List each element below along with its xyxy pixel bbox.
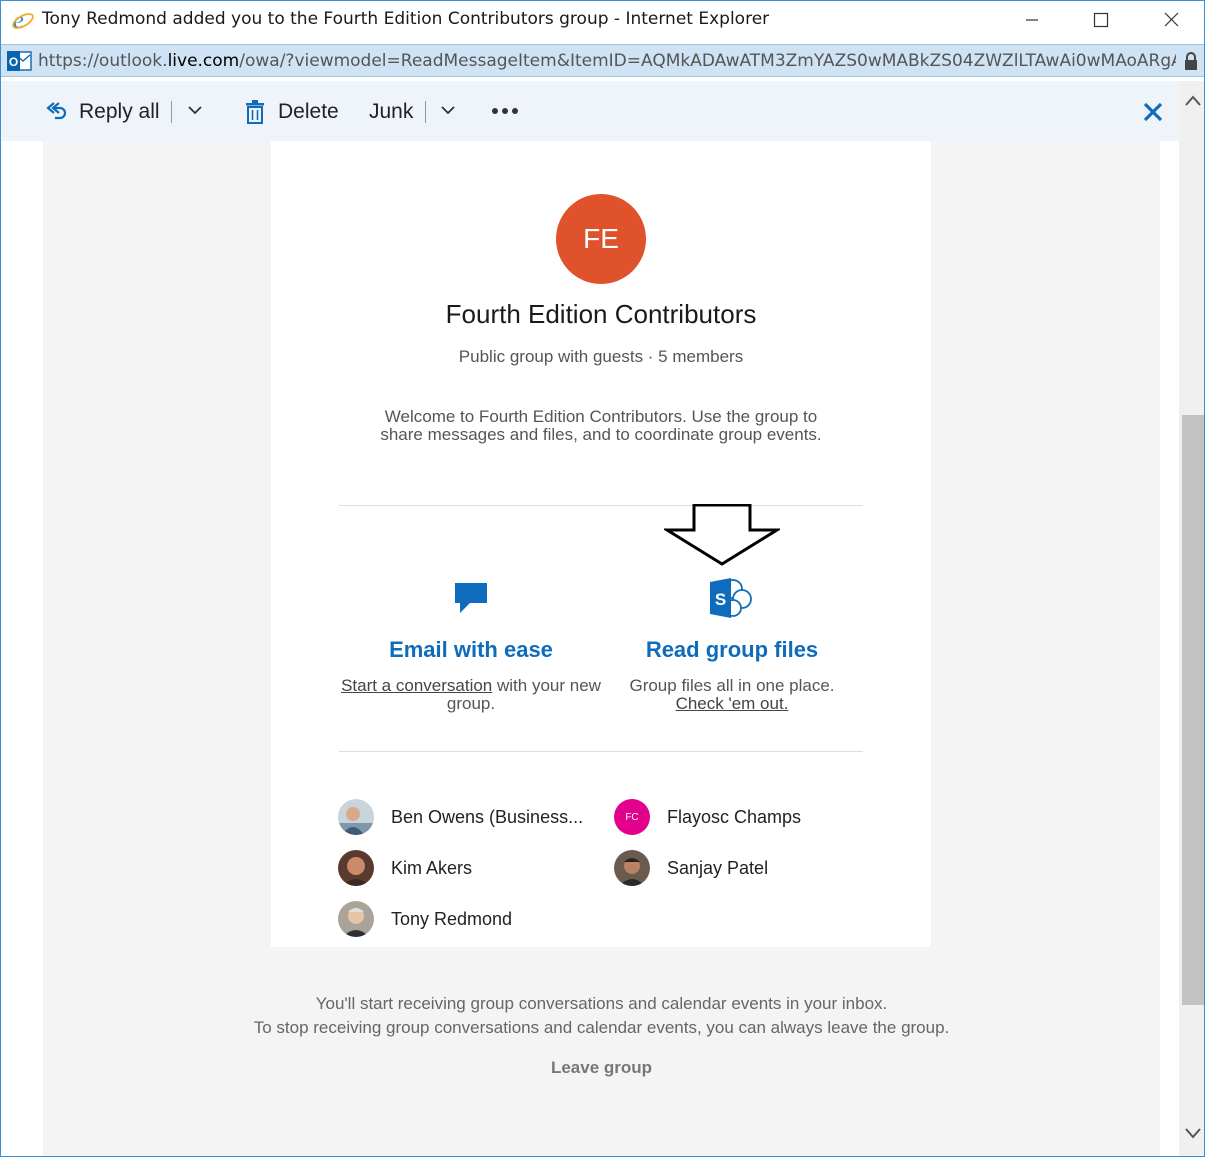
- reply-all-button[interactable]: Reply all: [45, 98, 160, 126]
- reply-all-icon: [46, 102, 67, 120]
- avatar: [338, 799, 374, 835]
- avatar: [338, 901, 374, 937]
- footer-text: You'll start receiving group conversatio…: [315, 994, 888, 1013]
- scroll-down-icon[interactable]: [1183, 1125, 1203, 1141]
- group-name: Fourth Edition Contributors: [445, 299, 757, 329]
- delete-label: Delete: [278, 100, 339, 123]
- files-feature-desc: Group files all in one place. Check 'em o…: [601, 677, 863, 713]
- member-name: Flayosc Champs: [667, 806, 802, 827]
- scroll-thumb[interactable]: [1182, 415, 1204, 1005]
- files-feature-desc-text: Group files all in one place.: [629, 676, 835, 695]
- scroll-up-icon[interactable]: [1183, 93, 1203, 109]
- separator: [171, 101, 172, 123]
- member-item[interactable]: FC Flayosc Champs: [614, 799, 801, 835]
- files-feature-title[interactable]: Read group files: [601, 637, 863, 663]
- divider: [339, 751, 863, 752]
- separator: [425, 101, 426, 123]
- member-name: Tony Redmond: [391, 908, 513, 929]
- member-item[interactable]: Ben Owens (Business...: [338, 799, 583, 835]
- email-feature-title[interactable]: Email with ease: [341, 637, 601, 663]
- group-avatar: FE: [556, 194, 646, 284]
- url-prefix: https://outlook.: [38, 51, 168, 71]
- junk-button[interactable]: Junk: [369, 98, 413, 126]
- vertical-scrollbar[interactable]: [1179, 81, 1204, 1156]
- url-text[interactable]: https://outlook.live.com/owa/?viewmodel=…: [38, 51, 1176, 71]
- start-conversation-link[interactable]: Start a conversation: [341, 676, 492, 695]
- window-title: Tony Redmond added you to the Fourth Edi…: [42, 9, 770, 29]
- command-bar: Reply all Delete Junk: [1, 81, 1179, 141]
- member-item[interactable]: Sanjay Patel: [614, 850, 768, 886]
- check-em-out-link[interactable]: Check 'em out.: [676, 694, 789, 713]
- down-arrow-icon: [664, 504, 780, 566]
- avatar: [338, 850, 374, 886]
- email-feature-desc: Start a conversation with your new group…: [341, 677, 601, 713]
- member-name: Sanjay Patel: [667, 857, 769, 878]
- browser-window: e Tony Redmond added you to the Fourth E…: [0, 0, 1205, 1157]
- member-name: Kim Akers: [391, 857, 473, 878]
- junk-label: Junk: [369, 100, 414, 123]
- sharepoint-icon: S: [710, 578, 752, 618]
- avatar: [614, 850, 650, 886]
- member-item[interactable]: Kim Akers: [338, 850, 472, 886]
- footer-text: To stop receiving group conversations an…: [253, 1018, 950, 1037]
- minimize-icon[interactable]: [1009, 1, 1055, 39]
- avatar: FC: [614, 799, 650, 835]
- internet-explorer-icon: e: [12, 8, 34, 33]
- lock-icon[interactable]: [1183, 51, 1199, 71]
- maximize-icon[interactable]: [1078, 1, 1124, 39]
- chevron-down-icon[interactable]: [439, 100, 457, 120]
- outlook-icon: O: [7, 51, 32, 71]
- address-bar[interactable]: O https://outlook.live.com/owa/?viewmode…: [1, 44, 1204, 77]
- svg-text:O: O: [9, 55, 18, 69]
- url-suffix: /owa/?viewmodel=ReadMessageItem&ItemID=A…: [239, 51, 1176, 71]
- close-icon[interactable]: [1142, 101, 1164, 123]
- chevron-down-icon[interactable]: [186, 100, 204, 120]
- divider: [339, 505, 863, 506]
- reply-all-label: Reply all: [79, 100, 160, 123]
- url-domain: live.com: [167, 51, 240, 71]
- member-item[interactable]: Tony Redmond: [338, 901, 512, 937]
- chat-bubble-icon: [455, 583, 487, 613]
- leave-group-link[interactable]: Leave group: [43, 1058, 1160, 1078]
- close-window-icon[interactable]: [1148, 1, 1194, 39]
- more-options-icon[interactable]: [491, 106, 519, 116]
- member-name: Ben Owens (Business...: [391, 806, 584, 827]
- group-subtitle: Public group with guests · 5 members: [458, 347, 744, 366]
- welcome-text: Welcome to Fourth Edition Contributors. …: [380, 407, 822, 444]
- trash-icon: [246, 100, 264, 124]
- title-bar: e Tony Redmond added you to the Fourth E…: [1, 1, 1204, 41]
- svg-text:S: S: [715, 590, 726, 609]
- delete-button[interactable]: Delete: [244, 98, 339, 126]
